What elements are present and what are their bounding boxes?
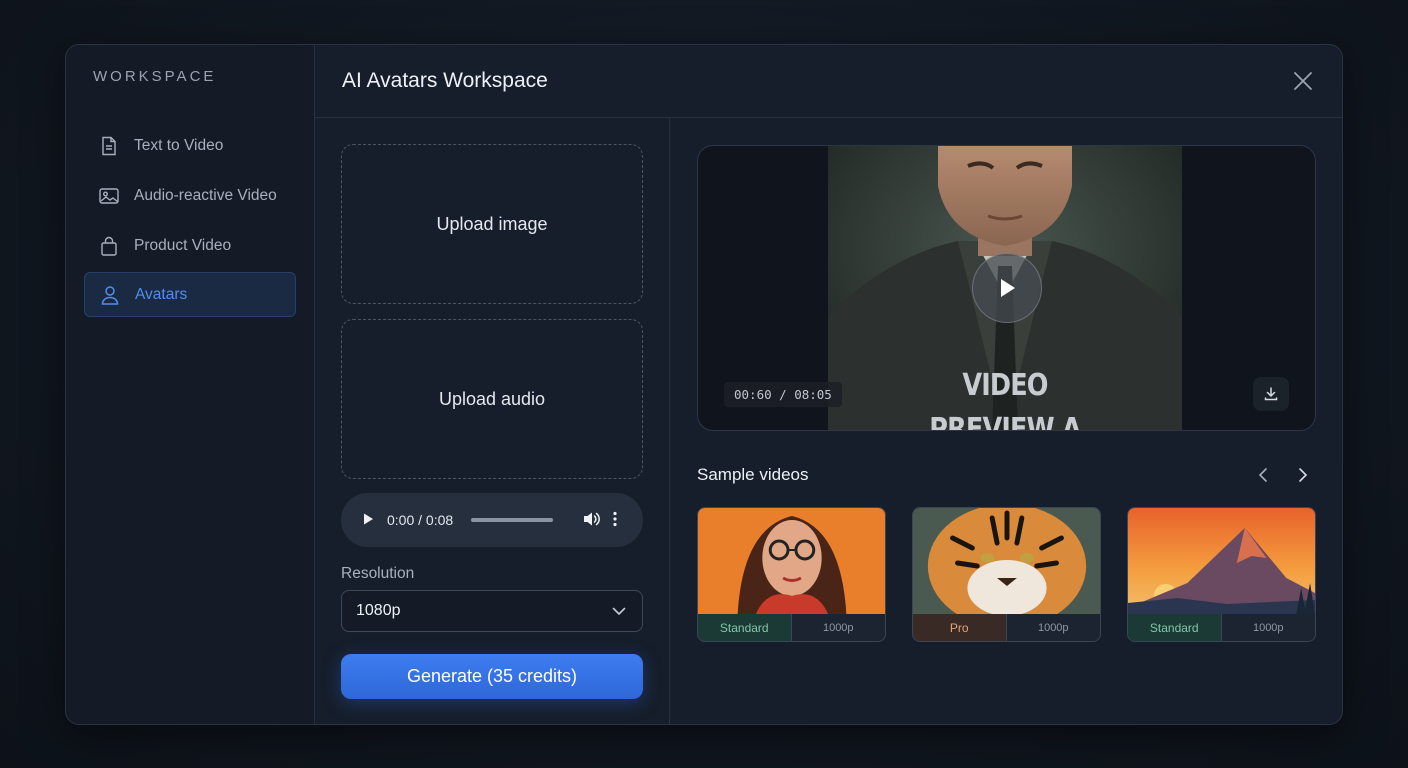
download-button[interactable] <box>1253 377 1289 411</box>
sidebar-item-label: Avatars <box>135 285 188 303</box>
sample-video-card[interactable]: Standard 1000p <box>697 507 886 642</box>
sample-meta: Standard 1000p <box>698 614 885 641</box>
play-icon <box>1001 279 1015 297</box>
sidebar-item-avatars[interactable]: Avatars <box>84 272 296 317</box>
play-icon[interactable] <box>361 512 375 529</box>
sidebar-item-label: Product Video <box>134 236 232 254</box>
resolution-badge: 1000p <box>1221 614 1315 641</box>
sample-videos-title: Sample videos <box>697 465 809 484</box>
workspace-window: WORKSPACE Text to Video Audio-reactive V… <box>65 44 1343 725</box>
tier-badge: Pro <box>913 614 1007 641</box>
video-overlay-line2: PREVIEW A <box>929 412 1081 431</box>
sample-video-card[interactable]: Standard 1000p <box>1127 507 1316 642</box>
carousel-next-button[interactable] <box>1291 463 1315 487</box>
close-button[interactable] <box>1292 70 1314 92</box>
resolution-badge: 1000p <box>1006 614 1100 641</box>
sample-thumbnail-mountain <box>1128 508 1315 615</box>
upload-audio-dropzone[interactable]: Upload audio <box>341 319 643 479</box>
tier-badge: Standard <box>698 614 792 641</box>
sidebar-item-label: Text to Video <box>134 136 224 154</box>
document-icon <box>98 135 120 157</box>
header: AI Avatars Workspace <box>315 45 1342 118</box>
resolution-label: Resolution <box>341 565 415 582</box>
sample-meta: Pro 1000p <box>913 614 1100 641</box>
input-panel: Upload image Upload audio 0:00 / 0:08 Re… <box>315 118 670 724</box>
resolution-value: 1080p <box>356 602 401 619</box>
tier-badge: Standard <box>1128 614 1222 641</box>
close-icon <box>1294 72 1312 90</box>
generate-button[interactable]: Generate (35 credits) <box>341 654 643 699</box>
chevron-left-icon <box>1258 468 1267 482</box>
play-button[interactable] <box>972 253 1042 323</box>
chevron-down-icon <box>612 607 626 615</box>
sidebar-item-text-to-video[interactable]: Text to Video <box>84 123 296 168</box>
video-timecode: 00:60 / 08:05 <box>724 382 842 407</box>
image-icon <box>98 185 120 207</box>
audio-progress-slider[interactable] <box>471 518 554 522</box>
upload-image-label: Upload image <box>436 213 548 234</box>
volume-icon[interactable] <box>583 511 601 530</box>
resolution-select[interactable]: 1080p <box>341 590 643 632</box>
sidebar: WORKSPACE Text to Video Audio-reactive V… <box>66 45 315 724</box>
chevron-right-icon <box>1299 468 1308 482</box>
sidebar-item-audio-reactive-video[interactable]: Audio-reactive Video <box>84 173 296 218</box>
sample-video-card[interactable]: Pro 1000p <box>912 507 1101 642</box>
video-overlay-line1: VIDEO <box>962 368 1048 403</box>
sample-thumbnail-tiger <box>913 508 1100 615</box>
page-title: AI Avatars Workspace <box>342 69 548 92</box>
download-icon <box>1264 387 1278 401</box>
carousel-prev-button[interactable] <box>1251 463 1275 487</box>
resolution-badge: 1000p <box>791 614 885 641</box>
sidebar-title: WORKSPACE <box>93 68 217 85</box>
sidebar-item-product-video[interactable]: Product Video <box>84 223 296 268</box>
shopping-bag-icon <box>98 235 120 257</box>
sample-thumbnail-woman <box>698 508 885 615</box>
sample-meta: Standard 1000p <box>1128 614 1315 641</box>
upload-audio-label: Upload audio <box>438 388 546 409</box>
more-options-icon[interactable] <box>613 511 617 530</box>
preview-panel: VIDEO PREVIEW A 00:60 / 08:05 Sample vid… <box>670 118 1342 724</box>
sidebar-item-label: Audio-reactive Video <box>134 186 277 204</box>
main-panel: AI Avatars Workspace Upload image Upload… <box>315 45 1342 724</box>
audio-time: 0:00 / 0:08 <box>387 512 454 528</box>
video-preview[interactable]: VIDEO PREVIEW A 00:60 / 08:05 <box>697 145 1316 431</box>
audio-player: 0:00 / 0:08 <box>341 493 643 547</box>
upload-image-dropzone[interactable]: Upload image <box>341 144 643 304</box>
user-icon <box>99 284 121 306</box>
